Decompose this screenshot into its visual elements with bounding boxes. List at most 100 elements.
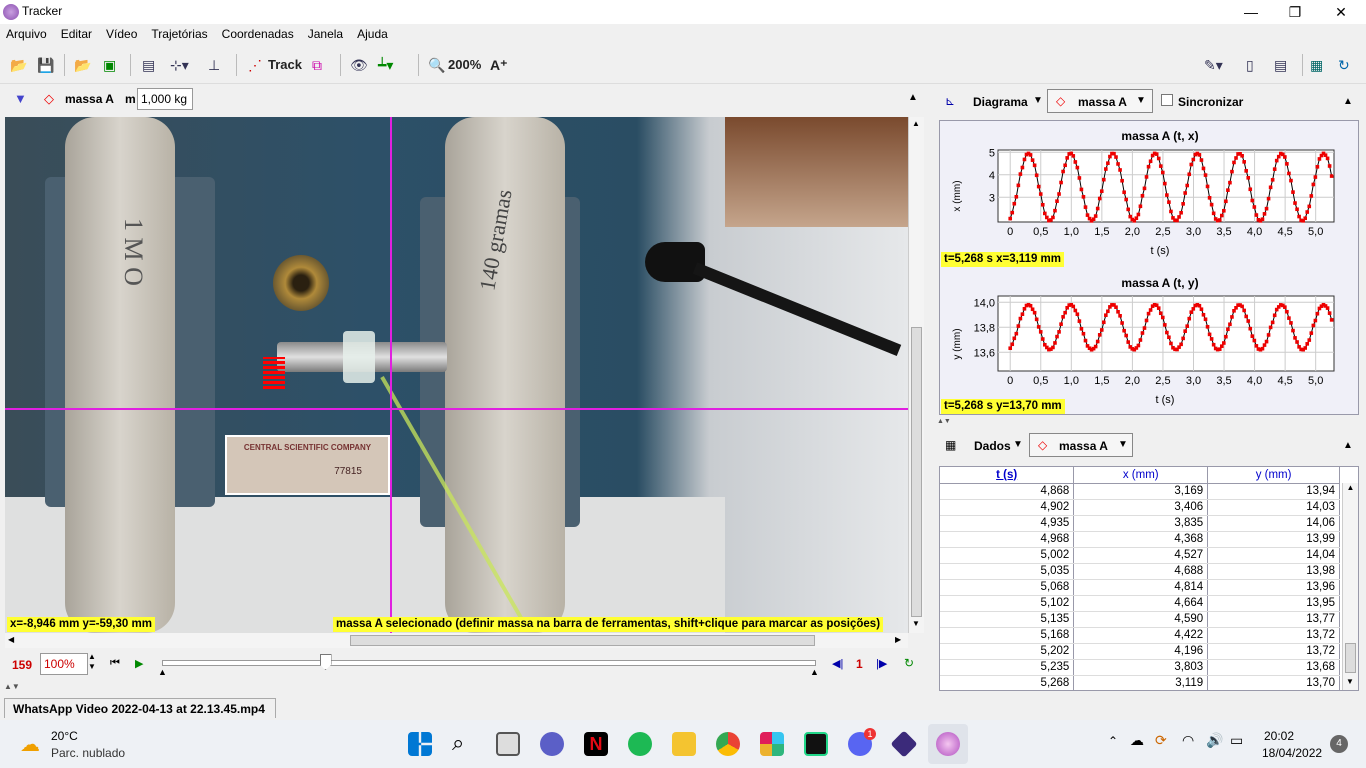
- chart1-data-point[interactable]: [1323, 153, 1328, 157]
- chart1-data-point[interactable]: [1297, 214, 1301, 219]
- weather-desc[interactable]: Parc. nublado: [51, 746, 125, 760]
- frame-number[interactable]: 159: [12, 658, 32, 672]
- chart1-data-point[interactable]: [1063, 163, 1067, 168]
- chart2-data-point[interactable]: [1209, 337, 1214, 341]
- cell-x[interactable]: 4,814: [1073, 579, 1209, 596]
- zoom-icon[interactable]: 🔍: [428, 55, 445, 75]
- chart1-data-point[interactable]: [1327, 164, 1332, 168]
- chart2-data-point[interactable]: [1305, 342, 1310, 346]
- chart1-data-point[interactable]: [1274, 158, 1279, 163]
- chart2-data-point[interactable]: [1165, 330, 1169, 335]
- search-icon[interactable]: ⌕: [452, 730, 464, 756]
- chart1-data-point[interactable]: [1189, 162, 1194, 167]
- panel-splitter-arrows-icon[interactable]: ▲▼: [937, 418, 1362, 425]
- sync-icon[interactable]: ⟳: [1155, 732, 1167, 749]
- table-scroll-down-icon[interactable]: ▼: [1346, 677, 1354, 686]
- zoom-level[interactable]: 200%: [448, 55, 481, 75]
- chart2-data-point[interactable]: [1224, 334, 1228, 339]
- table-row[interactable]: 5,168 4,422 13,72: [940, 627, 1340, 644]
- cell-t[interactable]: 4,902: [940, 499, 1075, 516]
- chart1-data-point[interactable]: [1163, 181, 1167, 186]
- font-size-button[interactable]: A⁺: [490, 55, 508, 75]
- tray-chevron-icon[interactable]: ⌃: [1108, 734, 1118, 748]
- mass-input[interactable]: [137, 88, 193, 110]
- chart1-data-point[interactable]: [1093, 214, 1098, 218]
- chart2-data-point[interactable]: [1219, 344, 1224, 348]
- chart2-data-point[interactable]: [1038, 330, 1043, 334]
- scroll-down-icon[interactable]: ▼: [912, 619, 920, 628]
- chart2-data-point[interactable]: [1144, 318, 1149, 323]
- chart1-data-point[interactable]: [1065, 156, 1069, 160]
- chart1-data-point[interactable]: [1191, 157, 1196, 162]
- axis-vertical[interactable]: [390, 117, 392, 633]
- chart2-data-point[interactable]: [1126, 340, 1131, 344]
- chart1-data-point[interactable]: [1077, 176, 1082, 180]
- chart1-data-point[interactable]: [1315, 165, 1320, 169]
- chart2-data-point[interactable]: [1197, 303, 1202, 308]
- chart2-data-point[interactable]: [1285, 309, 1289, 314]
- chart2-data-point[interactable]: [1315, 311, 1320, 316]
- chart2-data-point[interactable]: [1264, 339, 1269, 344]
- chart1-data-point[interactable]: [1010, 210, 1015, 215]
- chart2-data-point[interactable]: [1226, 327, 1230, 332]
- cell-t[interactable]: 5,202: [940, 643, 1075, 660]
- chart1-data-point[interactable]: [1242, 160, 1246, 164]
- close-button[interactable]: ✕: [1318, 0, 1364, 24]
- chart1-data-point[interactable]: [1325, 156, 1330, 161]
- chart2-data-point[interactable]: [1095, 339, 1100, 344]
- chart1-data-point[interactable]: [1311, 182, 1316, 187]
- chart2-data-point[interactable]: [1313, 318, 1318, 323]
- chart2-data-point[interactable]: [1156, 306, 1161, 310]
- windows-start-icon[interactable]: [408, 732, 432, 756]
- chart1-data-point[interactable]: [1075, 165, 1080, 170]
- cell-y[interactable]: 13,72: [1207, 627, 1340, 644]
- clock-date[interactable]: 18/04/2022: [1262, 746, 1322, 760]
- table-row[interactable]: 4,902 3,406 14,03: [940, 499, 1340, 516]
- chart1-data-point[interactable]: [1291, 190, 1295, 194]
- cell-x[interactable]: 3,169: [1073, 483, 1209, 500]
- table-row[interactable]: 5,102 4,664 13,95: [940, 595, 1340, 612]
- chart1-data-point[interactable]: [1120, 178, 1124, 183]
- chart1-data-point[interactable]: [1272, 167, 1277, 171]
- table-row[interactable]: 4,868 3,169 13,94: [940, 483, 1340, 500]
- col-header-t[interactable]: t (s): [940, 467, 1075, 484]
- chart2-data-point[interactable]: [1311, 323, 1316, 328]
- chart1-data-point[interactable]: [1165, 193, 1169, 197]
- chart1-data-point[interactable]: [1124, 197, 1128, 202]
- cell-x[interactable]: 3,835: [1073, 515, 1209, 532]
- chart1-data-point[interactable]: [1101, 177, 1106, 182]
- chart2-data-point[interactable]: [1063, 310, 1067, 315]
- end-marker-icon[interactable]: ▲: [810, 667, 819, 677]
- chart1-data-point[interactable]: [1201, 166, 1206, 171]
- chart2-data-point[interactable]: [1099, 328, 1104, 332]
- weather-temp[interactable]: 20°C: [51, 729, 78, 743]
- col-header-x[interactable]: x (mm): [1073, 467, 1209, 484]
- chart1-data-point[interactable]: [1305, 210, 1310, 214]
- video-horizontal-scrollbar[interactable]: ◀ ▶: [5, 633, 908, 648]
- chart1-data-point[interactable]: [1053, 208, 1057, 213]
- cell-t[interactable]: 5,035: [940, 563, 1075, 580]
- chart2-data-point[interactable]: [1020, 312, 1025, 316]
- chart1-data-point[interactable]: [1207, 196, 1212, 200]
- cell-x[interactable]: 4,688: [1073, 563, 1209, 580]
- cell-t[interactable]: 5,068: [940, 579, 1075, 596]
- chart1-data-point[interactable]: [1057, 192, 1061, 196]
- chart2-data-point[interactable]: [1022, 306, 1027, 311]
- chart1-data-point[interactable]: [1317, 157, 1322, 161]
- chart1-data-point[interactable]: [1028, 153, 1033, 157]
- chart2-data-point[interactable]: [1181, 336, 1185, 341]
- export-icon[interactable]: ▣: [103, 55, 116, 75]
- chart1-data-point[interactable]: [1148, 159, 1153, 164]
- chart2-data-point[interactable]: [1289, 321, 1293, 325]
- chart2-data-point[interactable]: [1325, 306, 1330, 310]
- chart2-data-point[interactable]: [1199, 307, 1204, 312]
- spotify-icon[interactable]: [628, 732, 652, 756]
- chart1-data-point[interactable]: [1211, 211, 1216, 216]
- data-collapse-icon[interactable]: ▲: [1343, 440, 1353, 451]
- chart1-data-point[interactable]: [1260, 217, 1265, 222]
- cell-x[interactable]: 4,422: [1073, 627, 1209, 644]
- chart2-data-point[interactable]: [1163, 323, 1167, 327]
- pencil-icon[interactable]: ✎▾: [1204, 55, 1223, 75]
- chart1-data-point[interactable]: [1228, 180, 1232, 185]
- chart1-data-point[interactable]: [1205, 184, 1210, 189]
